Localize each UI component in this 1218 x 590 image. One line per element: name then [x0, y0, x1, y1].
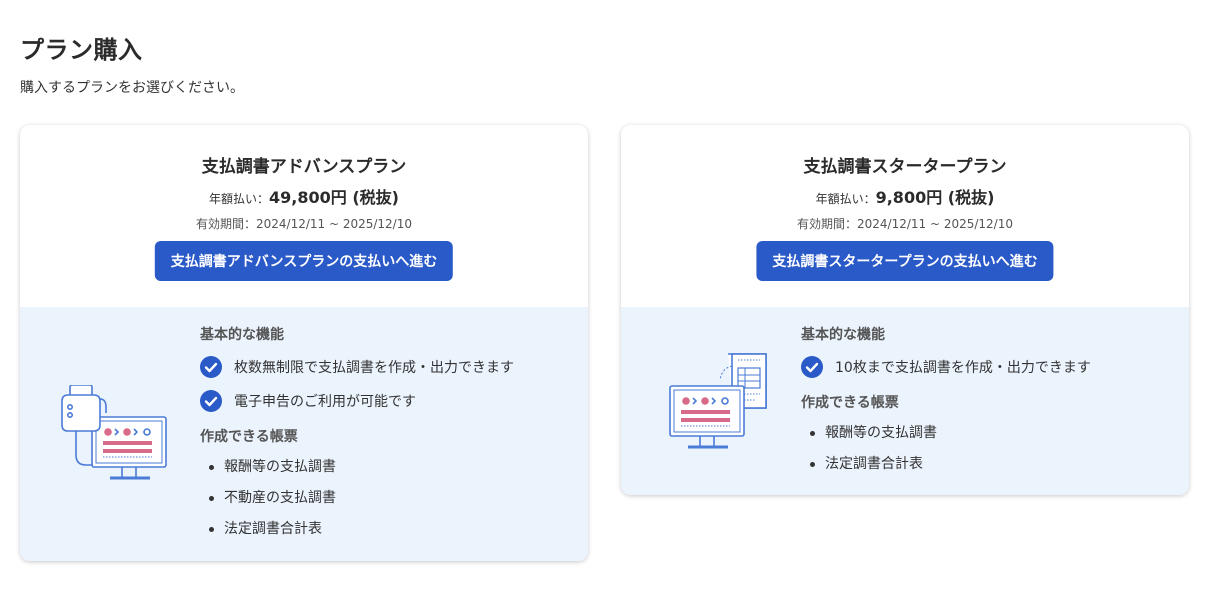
- document-item: 法定調書合計表: [801, 453, 1179, 475]
- document-text: 法定調書合計表: [825, 456, 923, 472]
- document-text: 報酬等の支払調書: [825, 425, 937, 441]
- feature-text: 電子申告のご利用が可能です: [234, 394, 416, 410]
- document-text: 不動産の支払調書: [224, 490, 336, 506]
- check-circle-icon: [200, 390, 222, 412]
- price-label: 年額払い：: [209, 192, 270, 206]
- plan-features: 基本的な機能 枚数無制限で支払調書を作成・出力できます 電子申告のご利用が可能で…: [200, 325, 578, 540]
- price-line: 年額払い：9,800円 (税抜): [621, 184, 1189, 208]
- plan-card-starter: 支払調書スタータープラン 年額払い：9,800円 (税抜) 有効期間：2024/…: [621, 125, 1189, 495]
- validity-period: 有効期間：2024/12/11 ~ 2025/12/10: [796, 217, 1013, 231]
- bullet-icon: [209, 465, 214, 470]
- computer-with-usb-key-icon: [60, 384, 180, 495]
- feature-list: 10枚まで支払調書を作成・出力できます: [801, 355, 1179, 379]
- plan-name: 支払調書スタータープラン: [803, 157, 1007, 177]
- plan-purchase-page: プラン購入 購入するプランをお選びください。 支払調書アドバンスプラン 年額払い…: [0, 0, 1218, 590]
- features-heading: 基本的な機能: [200, 327, 284, 343]
- proceed-to-payment-button[interactable]: 支払調書スタータープランの支払いへ進む: [756, 241, 1054, 281]
- feature-list: 枚数無制限で支払調書を作成・出力できます 電子申告のご利用が可能です: [200, 355, 578, 413]
- document-item: 報酬等の支払調書: [200, 456, 578, 478]
- price-label: 年額払い：: [815, 192, 876, 206]
- document-item: 報酬等の支払調書: [801, 422, 1179, 444]
- plan-features-panel: 基本的な機能 枚数無制限で支払調書を作成・出力できます 電子申告のご利用が可能で…: [20, 307, 588, 561]
- documents-heading: 作成できる帳票: [200, 429, 298, 445]
- feature-text: 10枚まで支払調書を作成・出力できます: [835, 360, 1091, 376]
- check-circle-icon: [801, 356, 823, 378]
- document-list: 報酬等の支払調書 不動産の支払調書 法定調書合計表: [200, 456, 578, 540]
- bullet-icon: [209, 527, 214, 532]
- computer-with-document-icon: [666, 352, 776, 460]
- price-value: 9,800円 (税抜): [875, 188, 995, 207]
- page-subtitle: 購入するプランをお選びください。: [20, 80, 244, 96]
- plan-features-panel: 基本的な機能 10枚まで支払調書を作成・出力できます 作成できる帳票 報酬等の支…: [621, 307, 1189, 495]
- plan-card-advance: 支払調書アドバンスプラン 年額払い：49,800円 (税抜) 有効期間：2024…: [20, 125, 588, 561]
- validity-period: 有効期間：2024/12/11 ~ 2025/12/10: [195, 217, 412, 231]
- documents-heading: 作成できる帳票: [801, 395, 899, 411]
- plan-card-header: 支払調書スタータープラン 年額払い：9,800円 (税抜) 有効期間：2024/…: [621, 125, 1189, 307]
- bullet-icon: [209, 496, 214, 501]
- feature-text: 枚数無制限で支払調書を作成・出力できます: [234, 360, 514, 376]
- bullet-icon: [810, 431, 815, 436]
- document-text: 法定調書合計表: [224, 521, 322, 537]
- feature-item: 枚数無制限で支払調書を作成・出力できます: [200, 355, 578, 379]
- document-list: 報酬等の支払調書 法定調書合計表: [801, 422, 1179, 475]
- price-line: 年額払い：49,800円 (税抜): [20, 184, 588, 208]
- bullet-icon: [810, 462, 815, 467]
- plan-name: 支払調書アドバンスプラン: [201, 157, 407, 177]
- plan-card-header: 支払調書アドバンスプラン 年額払い：49,800円 (税抜) 有効期間：2024…: [20, 125, 588, 307]
- proceed-to-payment-button[interactable]: 支払調書アドバンスプランの支払いへ進む: [154, 241, 454, 281]
- plan-features: 基本的な機能 10枚まで支払調書を作成・出力できます 作成できる帳票 報酬等の支…: [801, 325, 1179, 475]
- feature-item: 10枚まで支払調書を作成・出力できます: [801, 355, 1179, 379]
- document-text: 報酬等の支払調書: [224, 459, 336, 475]
- document-item: 法定調書合計表: [200, 518, 578, 540]
- document-item: 不動産の支払調書: [200, 487, 578, 509]
- price-value: 49,800円 (税抜): [269, 188, 399, 207]
- check-circle-icon: [200, 356, 222, 378]
- features-heading: 基本的な機能: [801, 327, 885, 343]
- page-title: プラン購入: [20, 36, 143, 64]
- feature-item: 電子申告のご利用が可能です: [200, 389, 578, 413]
